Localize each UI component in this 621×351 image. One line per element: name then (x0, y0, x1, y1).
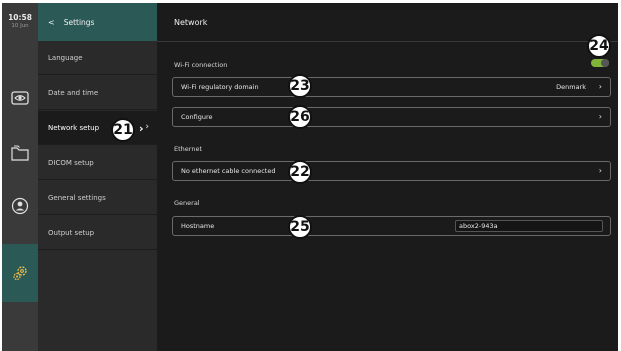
wifi-toggle[interactable] (591, 59, 609, 67)
configure-row[interactable]: Configure › (172, 107, 611, 127)
callout-24: 24 (587, 34, 611, 58)
chevron-right-icon: › (598, 112, 602, 121)
callout-23: 23 (288, 74, 312, 98)
wifi-regulatory-domain-row[interactable]: Wi-Fi regulatory domain Denmark › (172, 77, 611, 97)
menu-item-label: General settings (48, 193, 106, 202)
network-panel: Network Wi-Fi connection Wi-Fi regulator… (157, 3, 618, 351)
page-title: Network (174, 18, 208, 27)
menu-item-label: Output setup (48, 228, 95, 237)
chevron-right-icon: › (598, 82, 602, 91)
menu-item-dicom-setup[interactable]: DICOM setup (38, 146, 157, 180)
clock-time: 10:58 (8, 13, 32, 22)
menu-item-language[interactable]: Language (38, 41, 157, 75)
settings-header[interactable]: < Settings (38, 3, 157, 41)
left-rail: 10:58 10 Jun (2, 3, 38, 351)
row-label: Hostname (181, 222, 215, 230)
patient-icon[interactable] (7, 195, 33, 217)
menu-item-date-and-time[interactable]: Date and time (38, 76, 157, 110)
settings-gear-icon[interactable] (2, 244, 38, 302)
regulatory-domain-value: Denmark (556, 83, 586, 91)
row-label: No ethernet cable connected (181, 167, 276, 175)
callout-arrow: › (139, 122, 144, 135)
callout-21: 21 (111, 118, 135, 142)
menu-item-label: Language (48, 53, 83, 62)
ethernet-row[interactable]: No ethernet cable connected › (172, 161, 611, 181)
settings-menu: < Settings Language Date and time Networ… (38, 3, 157, 351)
settings-title: Settings (63, 17, 95, 27)
row-label: Configure (181, 113, 213, 121)
callout-26: 26 (288, 105, 312, 129)
clock: 10:58 10 Jun (2, 13, 38, 29)
row-label: Wi-Fi regulatory domain (181, 83, 259, 91)
menu-item-general-settings[interactable]: General settings (38, 181, 157, 215)
back-arrow-icon[interactable]: < (48, 18, 55, 27)
hostname-input[interactable]: abox2-943a (455, 220, 603, 232)
device-screen: 10:58 10 Jun < Settings Language Date an… (2, 3, 618, 351)
callout-22: 22 (288, 160, 312, 184)
header-divider (157, 41, 618, 42)
menu-item-label: Network setup (48, 123, 100, 132)
ethernet-section-label: Ethernet (174, 145, 202, 153)
menu-item-output-setup[interactable]: Output setup (38, 216, 157, 250)
chevron-right-icon: › (598, 166, 602, 175)
callout-25: 25 (288, 215, 312, 239)
live-view-icon[interactable] (7, 87, 33, 109)
clock-date: 10 Jun (11, 23, 29, 29)
general-section-label: General (174, 199, 200, 207)
toggle-knob (601, 59, 609, 67)
chevron-right-icon: › (145, 122, 149, 132)
hostname-row: Hostname abox2-943a (172, 216, 611, 236)
wifi-section-label: Wi-Fi connection (174, 61, 228, 69)
menu-item-label: Date and time (48, 88, 99, 97)
folder-icon[interactable] (7, 142, 33, 164)
menu-item-label: DICOM setup (48, 158, 94, 167)
